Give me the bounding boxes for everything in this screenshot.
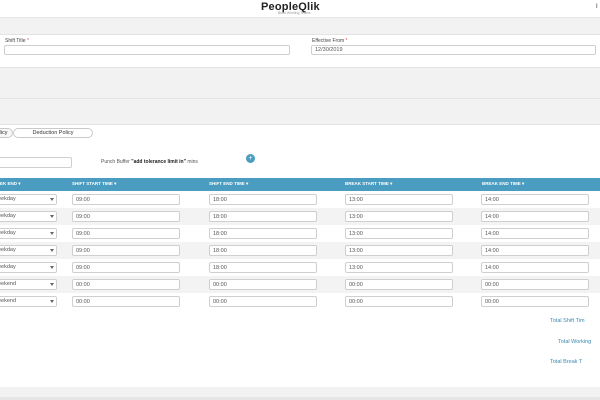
column-header-week-end[interactable]: EK END ▾ — [0, 181, 21, 187]
shift-title-input[interactable] — [4, 45, 290, 55]
shift-end-input[interactable]: 18:00 — [209, 262, 317, 273]
column-header-break-start[interactable]: BREAK START TIME ▾ — [345, 181, 392, 187]
column-header-text: EK END — [0, 181, 18, 186]
break-start-input[interactable]: 13:00 — [345, 194, 453, 205]
punch-buffer-label: Punch Buffer "add tolerance limit in" mi… — [101, 159, 198, 165]
shift-title-label-text: Shift Title — [5, 38, 26, 44]
day-type-value: eekday — [0, 213, 16, 219]
shift-start-input[interactable]: 00:00 — [72, 296, 180, 307]
column-header-text: BREAK START TIME — [345, 181, 389, 186]
required-mark: * — [26, 38, 29, 44]
shift-end-input[interactable]: 18:00 — [209, 245, 317, 256]
break-start-input[interactable]: 13:00 — [345, 245, 453, 256]
shift-start-input[interactable]: 09:00 — [72, 211, 180, 222]
logo-tagline: Build Winning Teams — [278, 11, 311, 15]
column-header-break-end[interactable]: BREAK END TIME ▾ — [482, 181, 524, 187]
tab-policy[interactable]: licy — [0, 128, 13, 138]
day-type-select[interactable]: eekend — [0, 279, 57, 290]
day-type-select[interactable]: eekday — [0, 211, 57, 222]
column-header-shift-start[interactable]: SHIFT START TIME ▾ — [72, 181, 116, 187]
chevron-down-icon — [50, 283, 54, 286]
section-divider — [0, 98, 600, 99]
day-type-value: eekday — [0, 196, 16, 202]
chevron-down-icon — [50, 266, 54, 269]
break-start-input[interactable]: 13:00 — [345, 262, 453, 273]
day-type-value: eekday — [0, 247, 16, 253]
punch-buffer-label-prefix: Punch Buffer — [101, 159, 130, 165]
day-type-value: eekend — [0, 281, 17, 287]
add-buffer-button[interactable]: + — [246, 154, 255, 163]
day-type-select[interactable]: eekday — [0, 228, 57, 239]
break-end-input[interactable]: 00:00 — [481, 296, 589, 307]
break-end-input[interactable]: 14:00 — [481, 245, 589, 256]
total-break-time-label: Total Break T — [550, 359, 583, 365]
shift-start-input[interactable]: 09:00 — [72, 262, 180, 273]
effective-from-label-text: Effective From — [312, 38, 345, 44]
shift-start-input[interactable]: 09:00 — [72, 245, 180, 256]
day-type-value: eekend — [0, 298, 17, 304]
day-type-select[interactable]: eekday — [0, 245, 57, 256]
day-type-select[interactable]: eekday — [0, 194, 57, 205]
break-end-input[interactable]: 14:00 — [481, 211, 589, 222]
break-end-input[interactable]: 14:00 — [481, 228, 589, 239]
punch-buffer-input[interactable] — [0, 157, 72, 168]
break-start-input[interactable]: 00:00 — [345, 279, 453, 290]
break-end-input[interactable]: 14:00 — [481, 194, 589, 205]
shift-end-input[interactable]: 18:00 — [209, 211, 317, 222]
column-header-text: SHIFT END TIME — [209, 181, 245, 186]
chevron-down-icon — [50, 249, 54, 252]
effective-from-label: Effective From * — [312, 38, 347, 44]
break-start-input[interactable]: 13:00 — [345, 211, 453, 222]
chevron-down-icon — [50, 215, 54, 218]
shift-start-input[interactable]: 00:00 — [72, 279, 180, 290]
chevron-down-icon — [50, 198, 54, 201]
break-start-input[interactable]: 13:00 — [345, 228, 453, 239]
break-end-input[interactable]: 00:00 — [481, 279, 589, 290]
day-type-value: eekday — [0, 264, 16, 270]
shift-start-input[interactable]: 09:00 — [72, 228, 180, 239]
shift-end-input[interactable]: 18:00 — [209, 194, 317, 205]
day-type-value: eekday — [0, 230, 16, 236]
day-type-select[interactable]: eekday — [0, 262, 57, 273]
shift-end-input[interactable]: 00:00 — [209, 296, 317, 307]
shift-end-input[interactable]: 18:00 — [209, 228, 317, 239]
chevron-down-icon — [50, 232, 54, 235]
total-working-label: Total Working — [558, 339, 592, 345]
required-mark: * — [345, 38, 348, 44]
day-type-select[interactable]: eekend — [0, 296, 57, 307]
chevron-down-icon — [50, 300, 54, 303]
header-right-text: I — [596, 4, 598, 10]
column-header-shift-end[interactable]: SHIFT END TIME ▾ — [209, 181, 248, 187]
shift-end-input[interactable]: 00:00 — [209, 279, 317, 290]
column-header-text: SHIFT START TIME — [72, 181, 113, 186]
shift-start-input[interactable]: 09:00 — [72, 194, 180, 205]
punch-buffer-label-suffix: mins — [187, 159, 198, 165]
break-start-input[interactable]: 00:00 — [345, 296, 453, 307]
tab-deduction-policy[interactable]: Deduction Policy — [13, 128, 93, 138]
shift-title-label: Shift Title * — [5, 38, 29, 44]
break-end-input[interactable]: 14:00 — [481, 262, 589, 273]
plus-icon: + — [248, 155, 253, 162]
column-header-text: BREAK END TIME — [482, 181, 521, 186]
total-shift-time-label: Total Shift Tim — [550, 318, 585, 324]
punch-buffer-label-bold: "add tolerance limit in" — [131, 159, 186, 165]
effective-from-input[interactable]: 12/30/2019 — [311, 45, 596, 55]
